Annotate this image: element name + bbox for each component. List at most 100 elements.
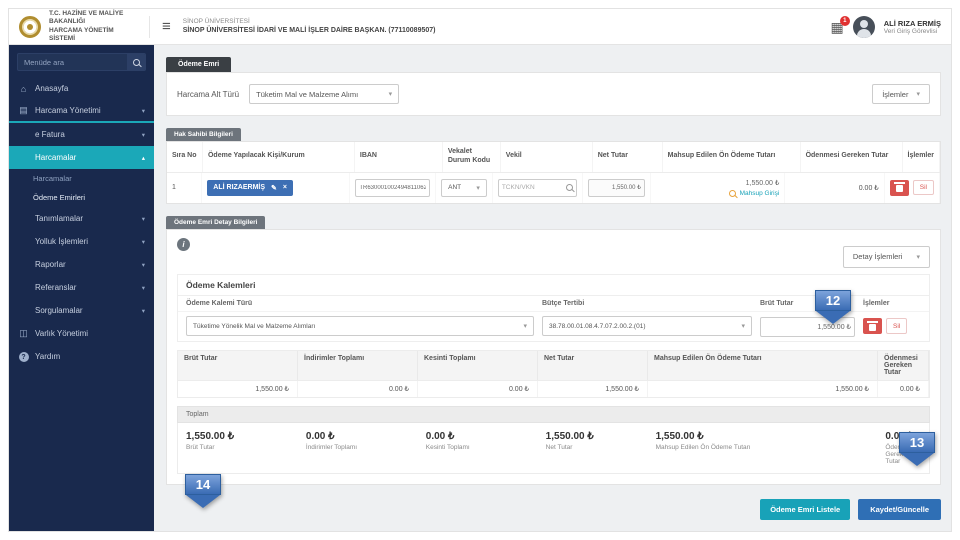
sidebar: ⌂ Anasayfa ▤ Harcama Yönetimi ▾ e Fatura… [9,45,154,531]
user-info: ALİ RIZA ERMİŞ Veri Giriş Görevlisi [884,19,941,35]
delete-kalem-button[interactable] [863,318,882,334]
table-header-row: Sıra No Ödeme Yapılacak Kişi/Kurum IBAN … [167,142,940,173]
help-icon: ? [18,351,29,363]
select-value: ANT [448,184,462,191]
harcama-alt-turu-select[interactable]: Tüketim Mal ve Malzeme Alımı ▾ [249,84,400,104]
toplam-indirimler: 0.00 ₺ İndirimler Toplamı [305,430,358,451]
detay-islemleri-dropdown[interactable]: Detay İşlemleri ▾ [842,245,930,268]
info-icon[interactable]: i [177,237,190,251]
cell-islemler: Sil [885,172,940,203]
sidebar-subitem-label: Harcamalar [33,174,72,183]
ministry-name: T.C. HAZİNE VE MALİYE BAKANLIĞI [49,9,124,26]
home-icon: ⌂ [20,83,27,94]
sidebar-item-label: Referanslar [35,283,77,292]
harcama-alt-turu-panel: Harcama Alt Türü Tüketim Mal ve Malzeme … [166,72,941,116]
butce-tertibi-select[interactable]: 38.78.00.01.08.4.7.07.2.00.2.(01) ▾ [542,316,752,336]
caret-down-icon: ▾ [476,184,480,192]
apps-grid-icon[interactable]: ▦ 1 [831,15,850,34]
kalem-turu-select[interactable]: Tüketime Yönelik Mal ve Malzeme Alımları… [186,316,534,336]
vekil-input[interactable] [497,178,577,197]
search-icon [728,189,736,197]
sidebar-item-label: Varlık Yönetimi [35,329,89,338]
islemler-dropdown-button[interactable]: İşlemler ▾ [872,84,930,104]
ministry-logo [19,15,41,38]
menu-search-input[interactable] [18,54,127,70]
sidebar-item-label: e Fatura [35,130,65,139]
chevron-down-icon: ▾ [141,131,145,139]
kisi-pill-button[interactable]: ALİ RIZAERMİŞ ✎ × [207,179,293,196]
remove-icon[interactable]: × [283,184,287,191]
iban-input[interactable] [355,178,431,197]
sidebar-subitem-harcamalar[interactable]: Harcamalar [9,169,154,188]
sil-button[interactable]: Sil [912,180,934,195]
menu-toggle-button[interactable]: ≡ [158,18,175,35]
select-value: Tüketim Mal ve Malzeme Alımı [256,89,359,99]
trash-icon [867,320,878,331]
sidebar-item-varlik-yonetimi[interactable]: ◫ Varlık Yönetimi [9,322,154,345]
sidebar-item-label: Harcama Yönetimi [35,106,101,115]
notification-badge: 1 [839,15,850,26]
odeme-emri-listele-button[interactable]: Ödeme Emri Listele [760,498,851,520]
avatar[interactable] [852,15,875,38]
col-brut-tutar: Brüt Tutar [760,299,794,307]
ministry-brand: T.C. HAZİNE VE MALİYE BAKANLIĞI HARCAMA … [49,10,141,44]
sidebar-item-raporlar[interactable]: Raporlar ▾ [9,253,154,276]
sidebar-subitem-label: Ödeme Emirleri [33,193,86,202]
sidebar-item-label: Raporlar [35,260,66,269]
sidebar-item-harcama-yonetimi[interactable]: ▤ Harcama Yönetimi ▾ [9,100,154,123]
odeme-kalemleri-title: Ödeme Kalemleri [178,275,929,296]
select-value: 38.78.00.01.08.4.7.07.2.00.2.(01) [549,322,646,330]
sidebar-item-anasayfa[interactable]: ⌂ Anasayfa [9,77,154,100]
sum-val-mahsup: 1,550.00 ₺ [648,380,878,397]
chevron-down-icon: ▾ [141,284,145,292]
sidebar-subitem-odeme-emirleri[interactable]: Ödeme Emirleri [9,188,154,207]
sidebar-item-yardim[interactable]: ? Yardım [9,345,154,368]
search-icon[interactable] [565,183,573,191]
org-unit: SİNOP ÜNİVERSİTESİ İDARİ VE MALİ İŞLER D… [182,27,436,35]
sum-col-kesinti: Kesinti Toplamı [418,350,538,380]
mahsup-girisi-link[interactable]: Mahsup Girişi [728,189,779,197]
kalem-row: Tüketime Yönelik Mal ve Malzeme Alımları… [178,312,929,341]
brut-tutar-input[interactable] [760,316,855,337]
cell-net-tutar [583,172,651,203]
sil-button[interactable]: Sil [886,318,908,334]
page-tab-odeme-emri[interactable]: Ödeme Emri [166,57,232,72]
table-row: 1 ALİ RIZAERMİŞ ✎ × ANT [167,172,940,203]
card-icon: ▤ [19,105,28,115]
user-role: Veri Giriş Görevlisi [883,27,938,35]
sidebar-item-referanslar[interactable]: Referanslar ▾ [9,276,154,299]
sum-col-odenmesi: Ödenmesi Gereken Tutar [878,350,929,380]
summary-header-row: Brüt Tutar İndirimler Toplamı Kesinti To… [177,349,930,381]
vekalet-select[interactable]: ANT ▾ [441,178,487,197]
sidebar-item-label: Sorgulamalar [35,306,83,315]
sum-val-odenmesi: 0.00 ₺ [878,380,929,397]
mahsup-amount: 1,550.00 ₺ [745,179,780,187]
sidebar-item-harcamalar[interactable]: Harcamalar ▴ [9,146,154,169]
caret-down-icon: ▾ [388,91,393,98]
cell-vekalet: ANT ▾ [436,172,493,203]
cell-vekil [493,172,583,203]
cell-sira-no: 1 [167,172,203,203]
sum-val-kesinti: 0.00 ₺ [418,380,538,397]
search-button[interactable] [127,54,145,70]
sidebar-item-label: Yolluk İşlemleri [35,237,89,246]
edit-icon[interactable]: ✎ [271,184,277,192]
caret-down-icon: ▾ [916,253,920,261]
sidebar-item-sorgulamalar[interactable]: Sorgulamalar ▾ [9,299,154,322]
chevron-up-icon: ▴ [141,154,145,162]
col-net-tutar: Net Tutar [593,142,663,172]
chevron-down-icon: ▾ [141,238,145,246]
chevron-down-icon: ▾ [141,261,145,269]
sidebar-item-yolluk-islemleri[interactable]: Yolluk İşlemleri ▾ [9,230,154,253]
sidebar-item-e-fatura[interactable]: e Fatura ▾ [9,123,154,146]
col-sira-no: Sıra No [167,142,203,172]
sidebar-item-tanimlamalar[interactable]: Tanımlamalar ▾ [9,207,154,230]
divider [149,15,150,38]
net-tutar-input[interactable] [587,178,645,197]
toplam-mahsup: 1,550.00 ₺ Mahsup Edilen Ön Ödeme Tutarı [655,430,751,451]
chevron-down-icon: ▾ [141,107,145,115]
col-vekalet: Vekalet Durum Kodu [443,142,501,172]
kaydet-guncelle-button[interactable]: Kaydet/Güncelle [858,498,941,520]
delete-row-button[interactable] [889,179,909,196]
odeme-kalemleri-box: Ödeme Kalemleri Ödeme Kalemi Türü Bütçe … [177,273,930,342]
